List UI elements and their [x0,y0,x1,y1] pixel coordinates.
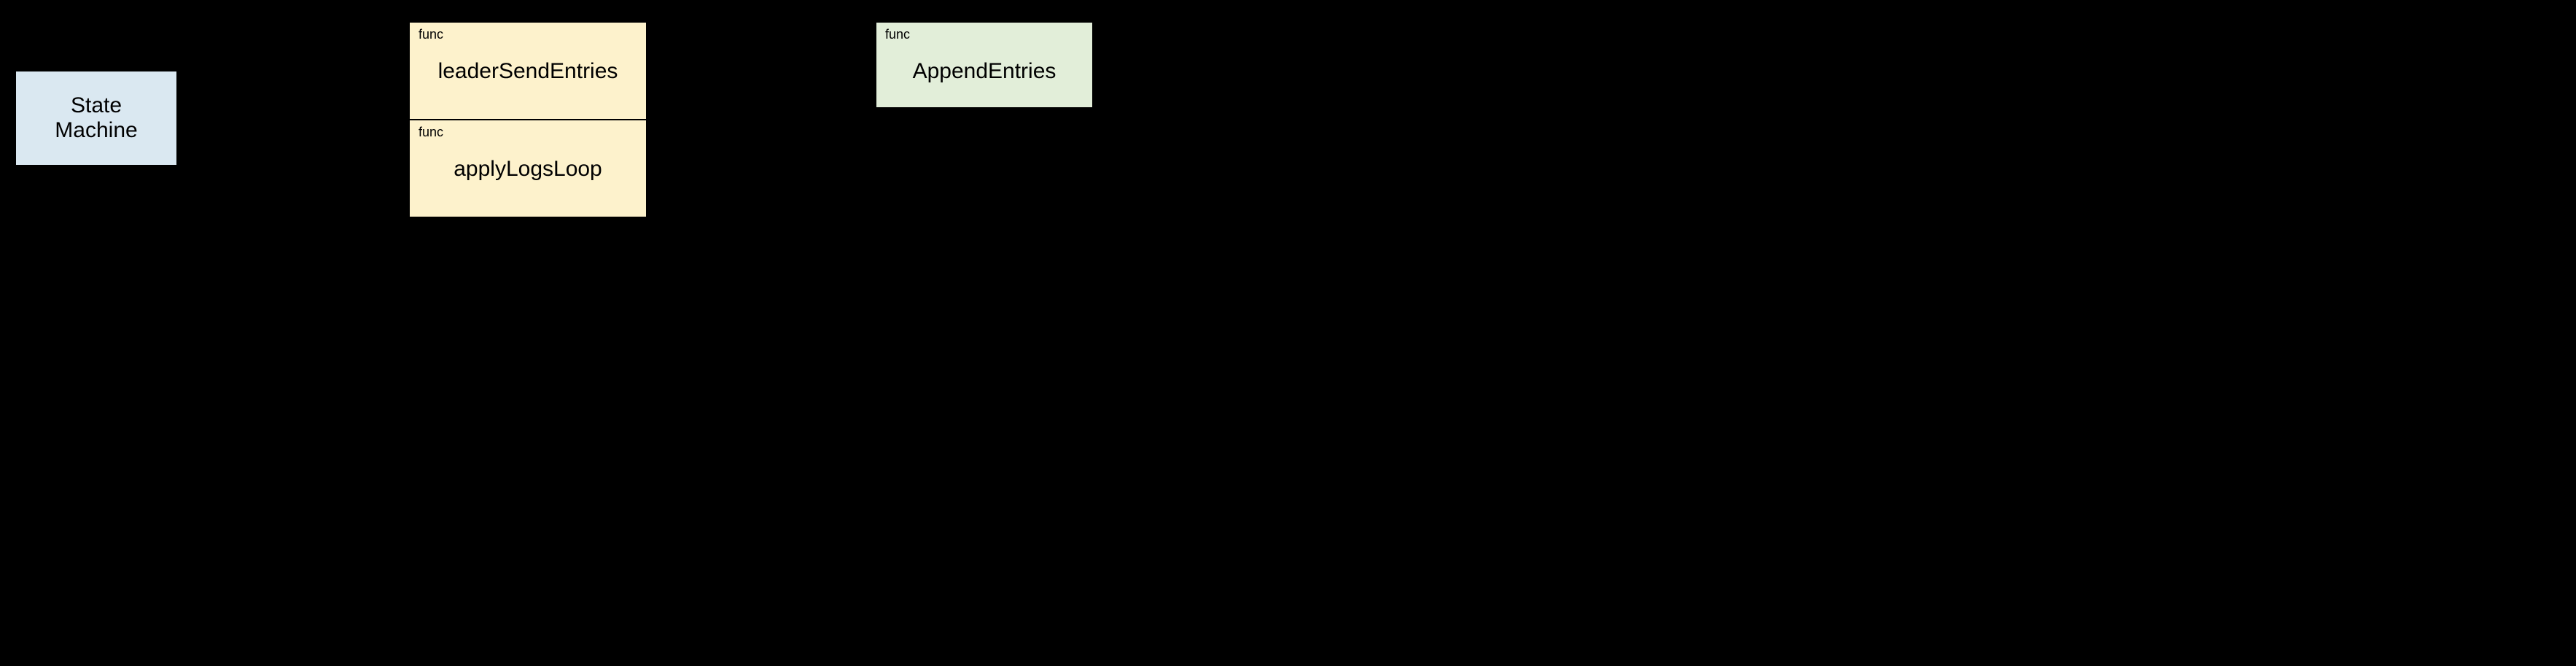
leader-send-entries-label: leaderSendEntries [410,59,646,84]
append-entries-box: func AppendEntries [875,21,1094,109]
leader-send-entries-box: func leaderSendEntries [408,21,647,120]
func-tag: func [419,27,443,42]
apply-logs-loop-box: func applyLogsLoop [408,119,647,218]
append-entries-label: AppendEntries [876,59,1092,84]
func-tag: func [419,125,443,140]
func-tag: func [885,27,910,42]
state-machine-label: StateMachine [55,93,137,144]
apply-logs-loop-label: applyLogsLoop [410,157,646,182]
diagram-canvas: StateMachine func leaderSendEntries func… [0,0,1116,289]
state-machine-box: StateMachine [15,70,178,166]
